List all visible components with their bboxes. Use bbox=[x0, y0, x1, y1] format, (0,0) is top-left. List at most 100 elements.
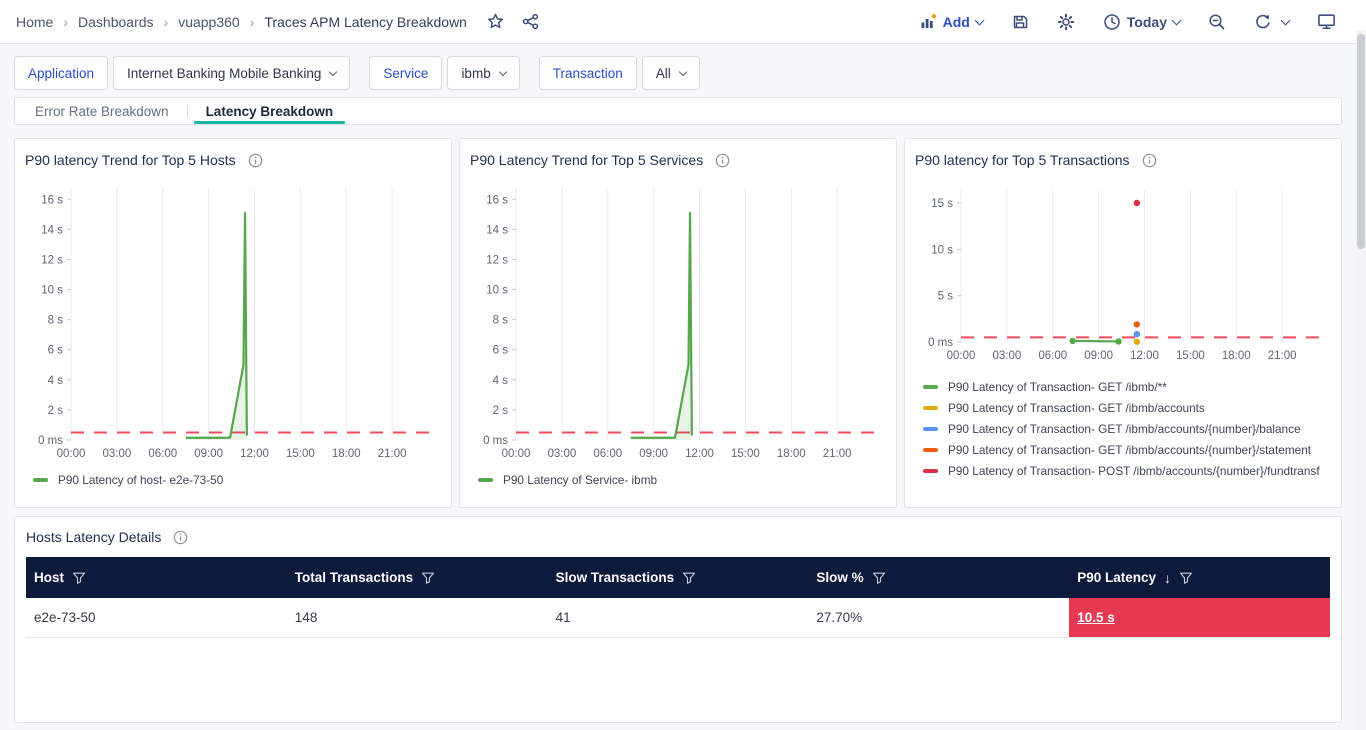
time-range-picker[interactable]: Today bbox=[1099, 9, 1184, 35]
cell-slow-percent: 27.70% bbox=[808, 598, 1069, 637]
info-icon[interactable] bbox=[248, 153, 263, 168]
column-label: Slow % bbox=[816, 570, 863, 585]
application-filter-label: Application bbox=[14, 56, 108, 90]
tab-latency-breakdown[interactable]: Latency Breakdown bbox=[188, 98, 352, 124]
legend-label: P90 Latency of Service- ibmb bbox=[503, 473, 657, 487]
svg-text:16 s: 16 s bbox=[486, 194, 508, 206]
svg-text:14 s: 14 s bbox=[41, 224, 63, 236]
share-button[interactable] bbox=[518, 9, 543, 34]
filter-funnel-icon[interactable] bbox=[1179, 571, 1193, 585]
svg-text:2 s: 2 s bbox=[48, 405, 64, 417]
svg-text:06:00: 06:00 bbox=[148, 448, 177, 460]
refresh-interval-chevron-icon[interactable] bbox=[1281, 15, 1291, 25]
column-header-p90-latency[interactable]: P90 Latency ↓ bbox=[1069, 570, 1330, 586]
svg-text:00:00: 00:00 bbox=[502, 448, 531, 460]
svg-text:12:00: 12:00 bbox=[685, 448, 714, 460]
legend-item[interactable]: P90 Latency of host- e2e-73-50 bbox=[33, 469, 441, 490]
svg-text:10 s: 10 s bbox=[41, 285, 63, 297]
svg-text:12:00: 12:00 bbox=[240, 448, 269, 460]
svg-text:21:00: 21:00 bbox=[1268, 350, 1297, 362]
top-navigation: Home › Dashboards › vuapp360 › Traces AP… bbox=[0, 0, 1366, 44]
tv-kiosk-mode-button[interactable] bbox=[1313, 8, 1340, 35]
svg-text:06:00: 06:00 bbox=[593, 448, 622, 460]
chevron-down-icon bbox=[679, 67, 687, 75]
save-icon bbox=[1011, 13, 1029, 31]
column-header-host[interactable]: Host bbox=[26, 570, 287, 585]
panel-p90-latency-transactions: P90 latency for Top 5 Transactions 00:00… bbox=[904, 138, 1342, 508]
legend-item[interactable]: P90 Latency of Transaction- POST /ibmb/a… bbox=[923, 460, 1331, 481]
legend-item[interactable]: P90 Latency of Transaction- GET /ibmb/ac… bbox=[923, 397, 1331, 418]
breadcrumb-home[interactable]: Home bbox=[16, 14, 53, 30]
service-filter-value: ibmb bbox=[461, 66, 490, 81]
favorite-star-button[interactable] bbox=[483, 9, 508, 34]
star-icon bbox=[487, 13, 504, 30]
breadcrumb-folder[interactable]: vuapp360 bbox=[178, 14, 240, 30]
breadcrumb-dashboards[interactable]: Dashboards bbox=[78, 14, 154, 30]
save-dashboard-button[interactable] bbox=[1007, 9, 1033, 35]
info-icon[interactable] bbox=[173, 530, 188, 545]
cell-p90-latency-alert[interactable]: 10.5 s bbox=[1069, 598, 1330, 637]
svg-text:16 s: 16 s bbox=[41, 194, 63, 206]
legend-label: P90 Latency of host- e2e-73-50 bbox=[58, 473, 223, 487]
svg-text:06:00: 06:00 bbox=[1038, 350, 1067, 362]
legend-item[interactable]: P90 Latency of Transaction- GET /ibmb/ac… bbox=[923, 418, 1331, 439]
svg-text:0 ms: 0 ms bbox=[928, 337, 953, 349]
zoom-out-time-button[interactable] bbox=[1204, 9, 1230, 35]
monitor-icon bbox=[1317, 12, 1336, 31]
cell-slow-transactions: 41 bbox=[548, 598, 809, 637]
dashboard-settings-button[interactable] bbox=[1053, 9, 1079, 35]
svg-text:4 s: 4 s bbox=[48, 375, 64, 387]
dashboard-body: Application Internet Banking Mobile Bank… bbox=[0, 44, 1366, 723]
hosts-latency-chart[interactable]: 00:0003:0006:0009:0012:0015:0018:0021:00… bbox=[25, 174, 446, 466]
svg-text:03:00: 03:00 bbox=[992, 350, 1021, 362]
application-filter-dropdown[interactable]: Internet Banking Mobile Banking bbox=[113, 56, 350, 90]
legend-label: P90 Latency of Transaction- GET /ibmb/ac… bbox=[948, 443, 1311, 457]
zoom-out-icon bbox=[1208, 13, 1226, 31]
services-latency-chart[interactable]: 00:0003:0006:0009:0012:0015:0018:0021:00… bbox=[470, 174, 891, 466]
svg-text:2 s: 2 s bbox=[493, 405, 509, 417]
legend-label: P90 Latency of Transaction- GET /ibmb/** bbox=[948, 380, 1167, 394]
legend-swatch-icon bbox=[923, 448, 938, 452]
refresh-button[interactable] bbox=[1250, 9, 1293, 35]
chevron-down-icon bbox=[498, 67, 506, 75]
page-scrollbar[interactable] bbox=[1356, 30, 1366, 730]
gear-icon bbox=[1057, 13, 1075, 31]
panel-title: P90 Latency Trend for Top 5 Services bbox=[470, 152, 703, 168]
sort-desc-icon[interactable]: ↓ bbox=[1164, 570, 1171, 586]
panel-p90-latency-hosts: P90 latency Trend for Top 5 Hosts 00:000… bbox=[14, 138, 452, 508]
svg-text:10 s: 10 s bbox=[486, 285, 508, 297]
legend-item[interactable]: P90 Latency of Transaction- GET /ibmb/ac… bbox=[923, 439, 1331, 460]
breakdown-tabs: Error Rate Breakdown Latency Breakdown bbox=[14, 97, 1342, 125]
column-header-slow-percent[interactable]: Slow % bbox=[808, 570, 1069, 585]
chevron-down-icon bbox=[329, 67, 337, 75]
scrollbar-thumb[interactable] bbox=[1357, 34, 1365, 249]
info-icon[interactable] bbox=[1142, 153, 1157, 168]
column-label: Host bbox=[34, 570, 64, 585]
tab-error-rate-breakdown[interactable]: Error Rate Breakdown bbox=[17, 98, 187, 124]
chart-panels-row: P90 latency Trend for Top 5 Hosts 00:000… bbox=[14, 138, 1342, 508]
panel-p90-latency-services: P90 Latency Trend for Top 5 Services 00:… bbox=[459, 138, 897, 508]
filter-funnel-icon[interactable] bbox=[682, 571, 696, 585]
transactions-latency-chart[interactable]: 00:0003:0006:0009:0012:0015:0018:0021:00… bbox=[915, 174, 1336, 368]
transaction-filter-dropdown[interactable]: All bbox=[642, 56, 700, 90]
svg-text:15 s: 15 s bbox=[931, 198, 953, 210]
legend-item[interactable]: P90 Latency of Service- ibmb bbox=[478, 469, 886, 490]
filter-funnel-icon[interactable] bbox=[421, 571, 435, 585]
info-icon[interactable] bbox=[715, 153, 730, 168]
column-header-slow-transactions[interactable]: Slow Transactions bbox=[548, 570, 809, 585]
svg-text:10 s: 10 s bbox=[931, 244, 953, 256]
filter-funnel-icon[interactable] bbox=[72, 571, 86, 585]
legend-item[interactable]: P90 Latency of Transaction- GET /ibmb/** bbox=[923, 376, 1331, 397]
svg-text:21:00: 21:00 bbox=[378, 448, 407, 460]
chart-legend: P90 Latency of Transaction- GET /ibmb/**… bbox=[915, 376, 1331, 481]
dashboard-toolbar: Add bbox=[916, 8, 1340, 35]
add-panel-button[interactable]: Add bbox=[916, 9, 987, 34]
add-label: Add bbox=[943, 14, 970, 30]
breadcrumb-separator-icon: › bbox=[63, 14, 68, 30]
svg-text:18:00: 18:00 bbox=[1222, 350, 1251, 362]
filter-funnel-icon[interactable] bbox=[872, 571, 886, 585]
column-header-total-transactions[interactable]: Total Transactions bbox=[287, 570, 548, 585]
svg-text:12 s: 12 s bbox=[41, 254, 63, 266]
service-filter-dropdown[interactable]: ibmb bbox=[447, 56, 519, 90]
cell-total-transactions: 148 bbox=[287, 598, 548, 637]
